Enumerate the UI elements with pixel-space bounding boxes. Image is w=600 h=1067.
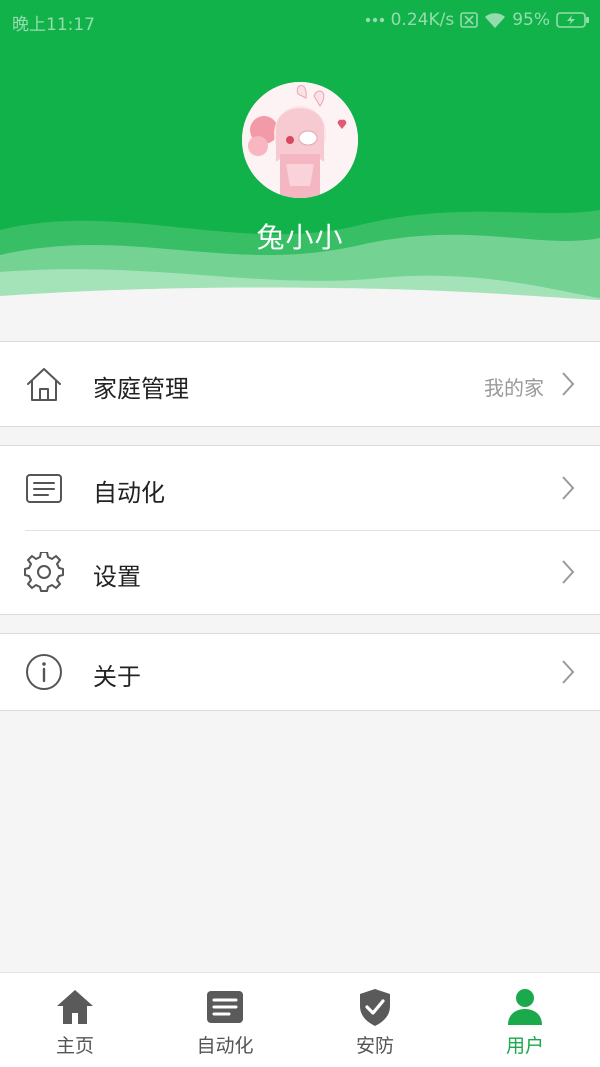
menu-item-family-management[interactable]: 家庭管理 我的家 bbox=[0, 342, 600, 426]
chevron-right-icon bbox=[562, 476, 575, 500]
gear-icon bbox=[24, 552, 64, 592]
more-dots-icon bbox=[365, 17, 384, 23]
chevron-right-icon bbox=[562, 372, 575, 396]
menu-item-label: 家庭管理 bbox=[93, 375, 189, 403]
avatar[interactable] bbox=[242, 82, 358, 198]
shield-icon bbox=[360, 989, 390, 1026]
network-speed: 0.24K/s bbox=[390, 10, 455, 30]
tab-label: 用户 bbox=[505, 1035, 544, 1057]
menu-item-automation[interactable]: 自动化 bbox=[0, 446, 600, 530]
info-icon bbox=[26, 654, 62, 690]
status-indicators: 0.24K/s 95% bbox=[365, 10, 590, 30]
chevron-right-icon bbox=[562, 560, 575, 584]
menu-item-label: 设置 bbox=[93, 563, 141, 591]
username[interactable]: 兔小小 bbox=[0, 216, 600, 256]
tab-label: 安防 bbox=[355, 1035, 394, 1057]
bottom-navigation: 主页 自动化 安防 用户 bbox=[0, 972, 600, 1067]
tab-label: 主页 bbox=[55, 1035, 94, 1057]
tab-automation[interactable]: 自动化 bbox=[150, 973, 300, 1067]
profile-header: 晚上11:17 0.24K/s 95% 兔小小 bbox=[0, 0, 600, 305]
user-icon bbox=[508, 989, 542, 1025]
status-bar: 晚上11:17 0.24K/s 95% bbox=[0, 0, 600, 40]
menu-group-tools: 自动化 设置 bbox=[0, 445, 600, 615]
list-document-icon bbox=[26, 474, 62, 503]
menu-item-label: 关于 bbox=[93, 663, 141, 691]
tab-label: 自动化 bbox=[196, 1035, 254, 1057]
tab-security[interactable]: 安防 bbox=[300, 973, 450, 1067]
current-family-value: 我的家 bbox=[484, 376, 544, 400]
sim-card-icon bbox=[460, 12, 479, 28]
wifi-icon bbox=[485, 12, 506, 28]
automation-icon bbox=[207, 991, 243, 1023]
status-time: 晚上11:17 bbox=[12, 15, 95, 35]
home-outline-icon bbox=[27, 368, 61, 401]
chevron-right-icon bbox=[562, 660, 575, 684]
battery-percent: 95% bbox=[512, 10, 550, 30]
menu-item-label: 自动化 bbox=[93, 479, 165, 507]
menu-group-about: 关于 bbox=[0, 633, 600, 711]
home-icon bbox=[57, 990, 93, 1024]
tab-home[interactable]: 主页 bbox=[0, 973, 150, 1067]
tab-user[interactable]: 用户 bbox=[450, 973, 600, 1067]
menu-item-settings[interactable]: 设置 bbox=[0, 530, 600, 614]
menu-item-about[interactable]: 关于 bbox=[0, 634, 600, 710]
menu-group-family: 家庭管理 我的家 bbox=[0, 341, 600, 427]
avatar-illustration bbox=[242, 82, 358, 198]
battery-charging-icon bbox=[556, 12, 589, 28]
